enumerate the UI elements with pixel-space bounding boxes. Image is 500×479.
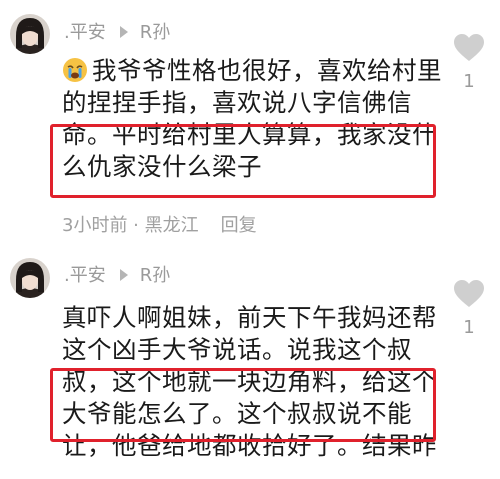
- username[interactable]: .平安: [64, 22, 106, 43]
- comment-line: 真吓人啊姐妹，前天下午我妈还帮: [62, 303, 437, 332]
- reply-to-username[interactable]: R孙: [140, 265, 171, 286]
- reply-arrow-icon: [119, 26, 128, 38]
- reply-to-username[interactable]: R孙: [140, 22, 171, 43]
- comment-author-line: .平安 R孙: [64, 264, 170, 288]
- highlight-box: [50, 124, 436, 198]
- comment-line: 这个凶手大爷说话。说我这个叔: [62, 335, 412, 364]
- comment-line: 的捏捏手指，喜欢说八字信佛信: [62, 88, 412, 117]
- avatar[interactable]: [10, 258, 50, 298]
- comment-meta: 3小时前 · 黑龙江 回复: [62, 214, 257, 238]
- username[interactable]: .平安: [64, 265, 106, 286]
- reply-button[interactable]: 回复: [221, 215, 257, 236]
- highlight-box: [50, 368, 436, 442]
- avatar[interactable]: [10, 14, 50, 54]
- reply-arrow-icon: [119, 269, 128, 281]
- crying-face-emoji: [63, 58, 87, 82]
- comment-author-line: .平安 R孙: [64, 21, 170, 45]
- comment-thread: .平安 R孙 1 我爷爷性格也很好，喜欢给村里 的捏捏手指，喜欢说八字信佛信 命。…: [0, 0, 500, 479]
- comment-time-location: 3小时前 · 黑龙江: [62, 215, 199, 236]
- comment-line: 我爷爷性格也很好，喜欢给村里: [62, 55, 472, 87]
